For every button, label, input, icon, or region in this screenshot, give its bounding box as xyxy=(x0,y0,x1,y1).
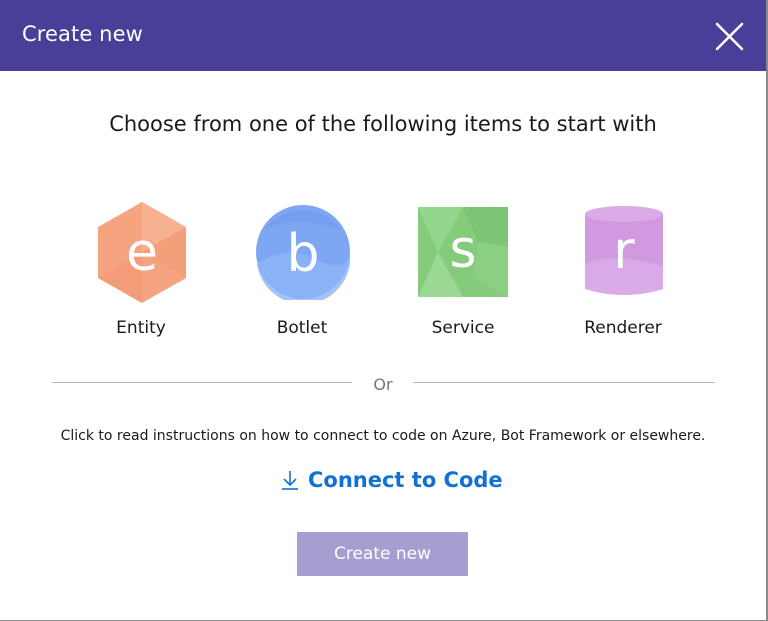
item-label-botlet: Botlet xyxy=(276,318,328,338)
create-new-button[interactable]: Create new xyxy=(297,532,468,576)
create-new-dialog: Create new Choose from one of the follow… xyxy=(0,0,768,621)
svg-text:r: r xyxy=(613,221,635,281)
download-arrow-icon xyxy=(282,471,298,490)
dialog-header: Create new xyxy=(0,0,766,71)
dialog-headline: Choose from one of the following items t… xyxy=(109,112,657,136)
divider-or-text: Or xyxy=(373,375,393,394)
cylinder-icon: r xyxy=(585,206,663,295)
svg-text:s: s xyxy=(449,220,476,280)
item-botlet[interactable]: b Botlet xyxy=(237,200,367,345)
item-label-renderer: Renderer xyxy=(584,318,662,338)
divider-line-right xyxy=(413,382,715,383)
dialog-title: Create new xyxy=(22,22,143,46)
item-renderer[interactable]: r Renderer xyxy=(558,200,688,345)
item-service[interactable]: s Service xyxy=(398,200,528,345)
item-entity[interactable]: e Entity xyxy=(76,200,206,345)
connect-instructions: Click to read instructions on how to con… xyxy=(60,428,706,444)
svg-text:e: e xyxy=(126,223,158,283)
svg-text:b: b xyxy=(286,224,319,284)
close-button[interactable] xyxy=(706,13,752,59)
divider-line-left xyxy=(52,382,352,383)
hexagon-icon: e xyxy=(98,202,186,303)
connect-to-code-label: Connect to Code xyxy=(308,468,503,492)
connect-to-code-link[interactable]: Connect to Code xyxy=(280,465,503,495)
item-label-service: Service xyxy=(431,318,495,338)
close-icon xyxy=(715,22,744,51)
item-label-entity: Entity xyxy=(116,318,166,338)
square-icon: s xyxy=(418,207,508,297)
circle-icon: b xyxy=(256,205,350,300)
